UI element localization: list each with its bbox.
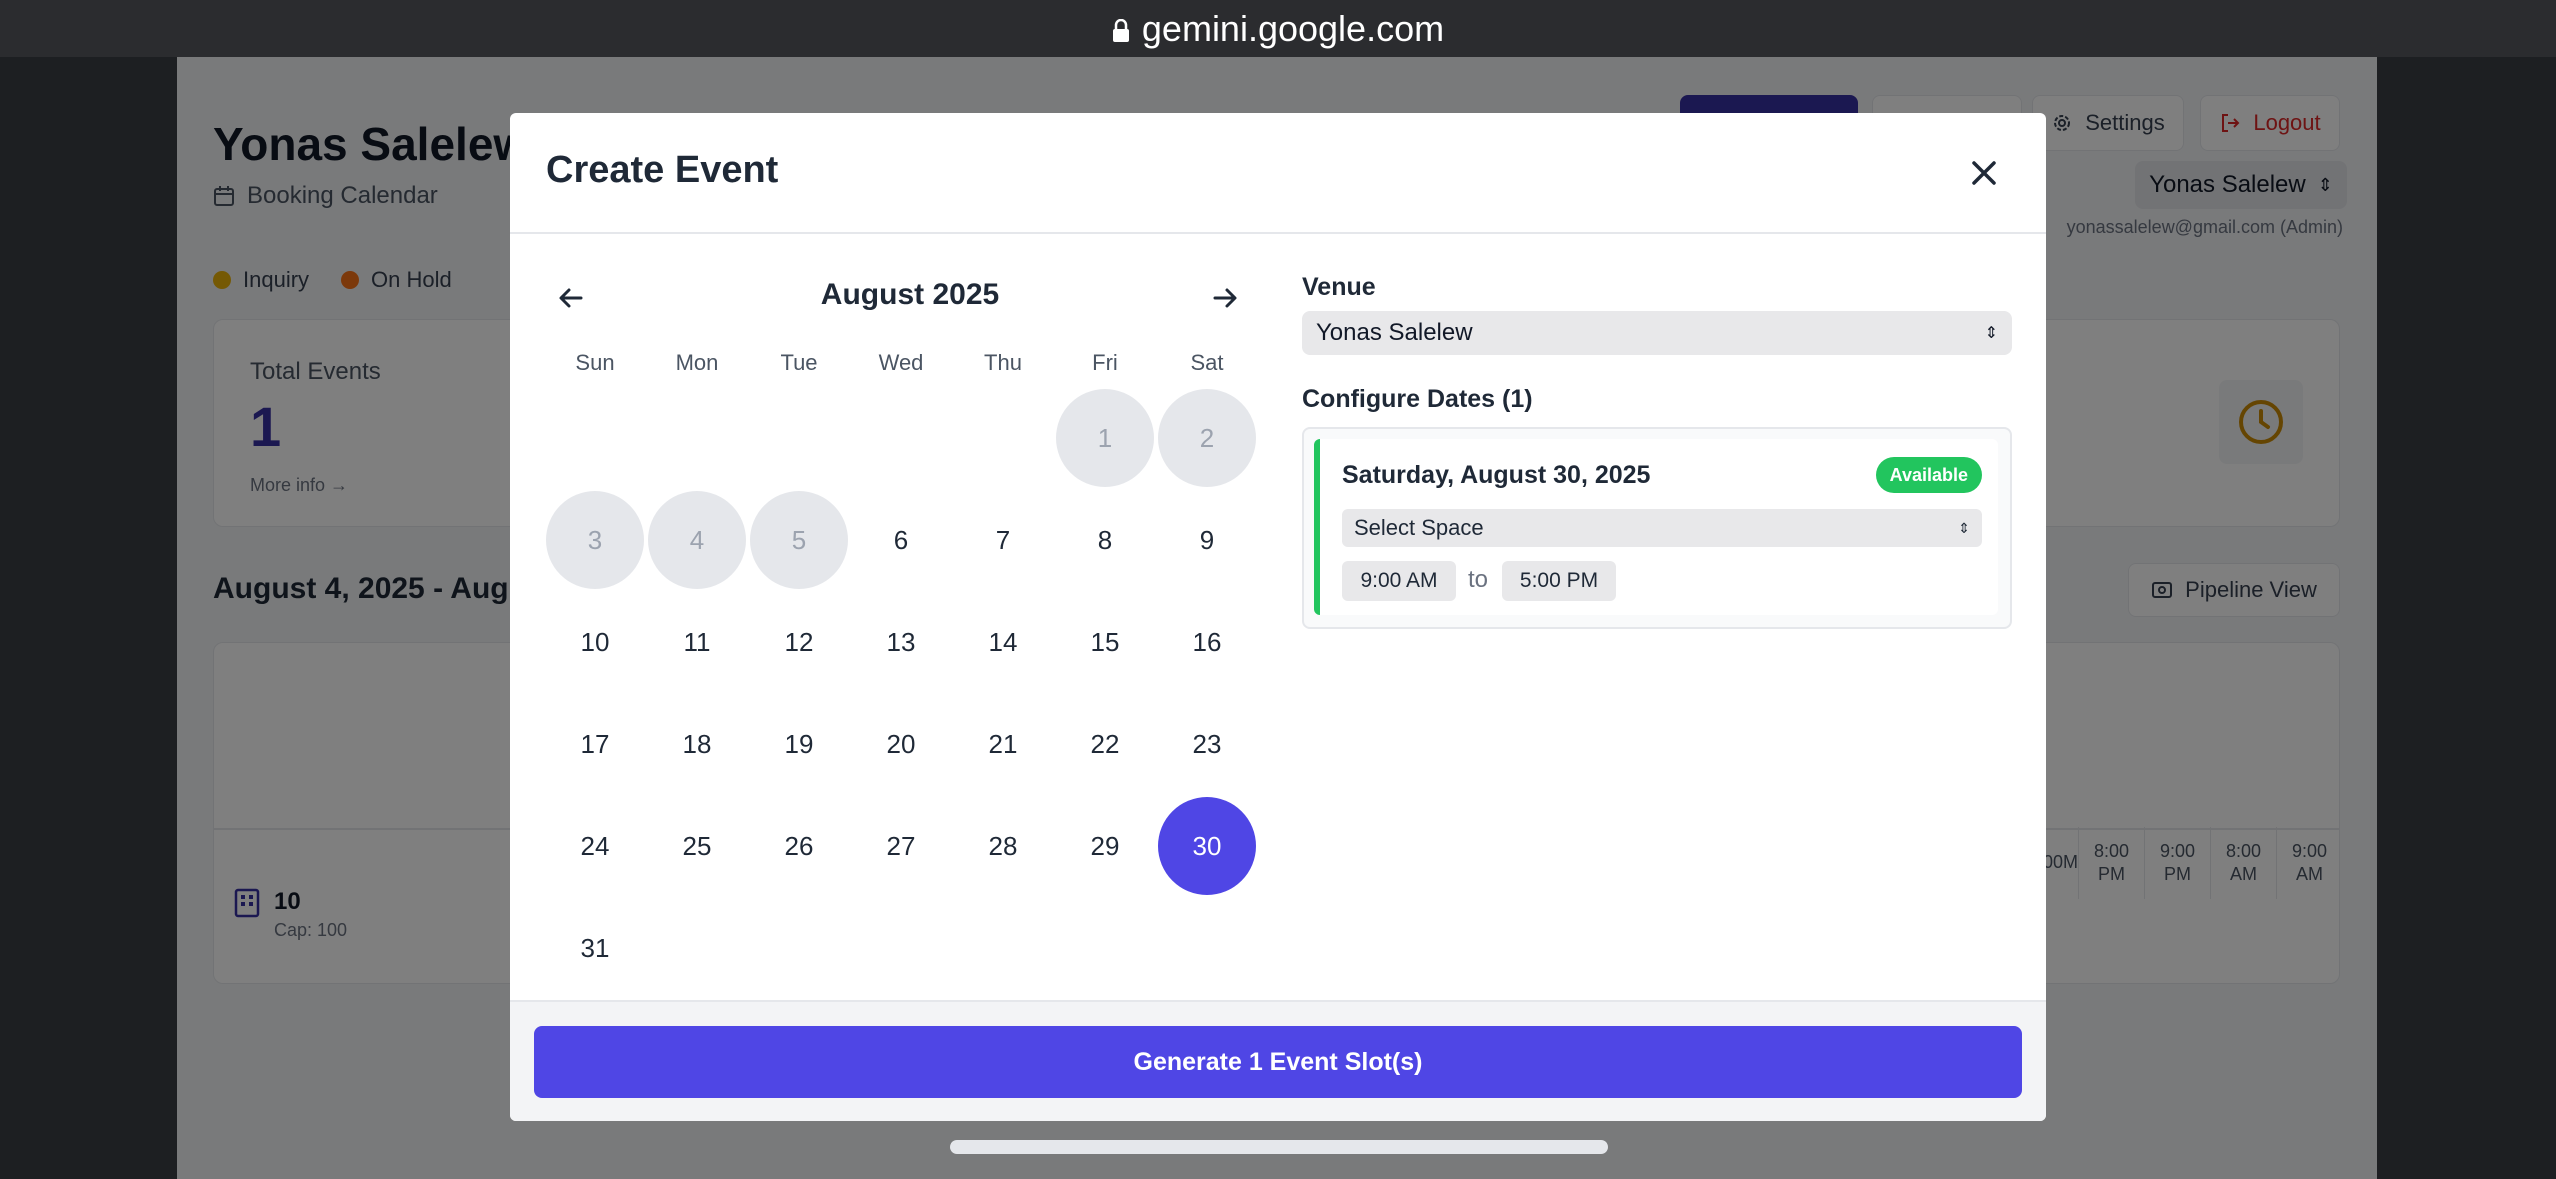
calendar-day[interactable]: 24	[546, 797, 644, 895]
calendar-day[interactable]: 8	[1056, 491, 1154, 589]
modal-header: Create Event	[510, 113, 2046, 234]
prev-month-button[interactable]	[546, 273, 596, 323]
calendar-day[interactable]: 10	[546, 593, 644, 691]
arrow-right-icon	[1213, 288, 1237, 308]
space-select-placeholder: Select Space	[1354, 515, 1484, 540]
calendar-day-selected[interactable]: 30	[1158, 797, 1256, 895]
close-button[interactable]	[1962, 151, 2006, 195]
generate-slots-button[interactable]: Generate 1 Event Slot(s)	[534, 1026, 2022, 1098]
calendar-day[interactable]: 16	[1158, 593, 1256, 691]
configure-dates-label: Configure Dates (1)	[1302, 385, 1533, 413]
weekday-label: Sun	[575, 350, 615, 375]
venue-label: Venue	[1302, 273, 1376, 301]
lock-icon	[1112, 18, 1129, 42]
date-title: Saturday, August 30, 2025	[1342, 461, 1651, 489]
end-time-input[interactable]: 5:00 PM	[1502, 561, 1616, 601]
to-label: to	[1468, 566, 1489, 593]
calendar-day[interactable]: 13	[852, 593, 950, 691]
calendar-day[interactable]: 1	[1056, 389, 1154, 487]
weekday-label: Fri	[1092, 350, 1118, 375]
home-indicator	[950, 1140, 1608, 1154]
calendar-day[interactable]: 15	[1056, 593, 1154, 691]
calendar-day[interactable]: 26	[750, 797, 848, 895]
date-card: Saturday, August 30, 2025 Available Sele…	[1314, 439, 1998, 615]
calendar-day[interactable]: 5	[750, 491, 848, 589]
weekday-label: Mon	[675, 350, 719, 375]
weekday-label: Thu	[984, 350, 1022, 375]
calendar-day[interactable]: 12	[750, 593, 848, 691]
create-event-modal: Create Event August 2025 Sun Mon Tue Wed Thu…	[510, 113, 2046, 1121]
venue-select[interactable]: Yonas Salelew ⇕	[1302, 311, 2012, 355]
availability-badge: Available	[1875, 457, 1982, 493]
weekday-label: Tue	[780, 350, 818, 375]
calendar-day[interactable]: 21	[954, 695, 1052, 793]
calendar-day[interactable]: 28	[954, 797, 1052, 895]
space-select[interactable]: Select Space ⇕	[1342, 509, 1982, 547]
calendar-day[interactable]: 25	[648, 797, 746, 895]
calendar-day[interactable]: 22	[1056, 695, 1154, 793]
calendar-day[interactable]: 20	[852, 695, 950, 793]
calendar-day[interactable]: 2	[1158, 389, 1256, 487]
url-text: gemini.google.com	[1141, 7, 1445, 49]
calendar-day[interactable]: 31	[546, 899, 644, 997]
arrow-left-icon	[559, 288, 583, 308]
calendar-day[interactable]: 17	[546, 695, 644, 793]
calendar-day[interactable]: 27	[852, 797, 950, 895]
calendar-day[interactable]: 18	[648, 695, 746, 793]
configure-dates-box: Saturday, August 30, 2025 Available Sele…	[1302, 427, 2012, 629]
weekday-label: Wed	[878, 350, 924, 375]
calendar-day[interactable]: 3	[546, 491, 644, 589]
calendar-day[interactable]: 6	[852, 491, 950, 589]
month-label: August 2025	[820, 278, 1000, 311]
chevron-updown-icon: ⇕	[1958, 519, 1970, 536]
calendar-day[interactable]: 19	[750, 695, 848, 793]
calendar-day[interactable]: 4	[648, 491, 746, 589]
calendar-day[interactable]: 14	[954, 593, 1052, 691]
venue-value: Yonas Salelew	[1316, 319, 1473, 346]
calendar-day[interactable]: 9	[1158, 491, 1256, 589]
weekday-label: Sat	[1190, 350, 1224, 375]
calendar-day[interactable]: 7	[954, 491, 1052, 589]
browser-url-bar[interactable]: gemini.google.com	[0, 0, 2556, 57]
chevron-updown-icon: ⇕	[1984, 325, 1998, 342]
modal-footer: Generate 1 Event Slot(s)	[510, 1000, 2046, 1121]
next-month-button[interactable]	[1200, 273, 1250, 323]
calendar-day[interactable]: 23	[1158, 695, 1256, 793]
start-time-input[interactable]: 9:00 AM	[1342, 561, 1456, 601]
close-icon	[1972, 161, 1996, 185]
modal-title: Create Event	[546, 149, 779, 191]
calendar-day[interactable]: 11	[648, 593, 746, 691]
calendar-day[interactable]: 29	[1056, 797, 1154, 895]
